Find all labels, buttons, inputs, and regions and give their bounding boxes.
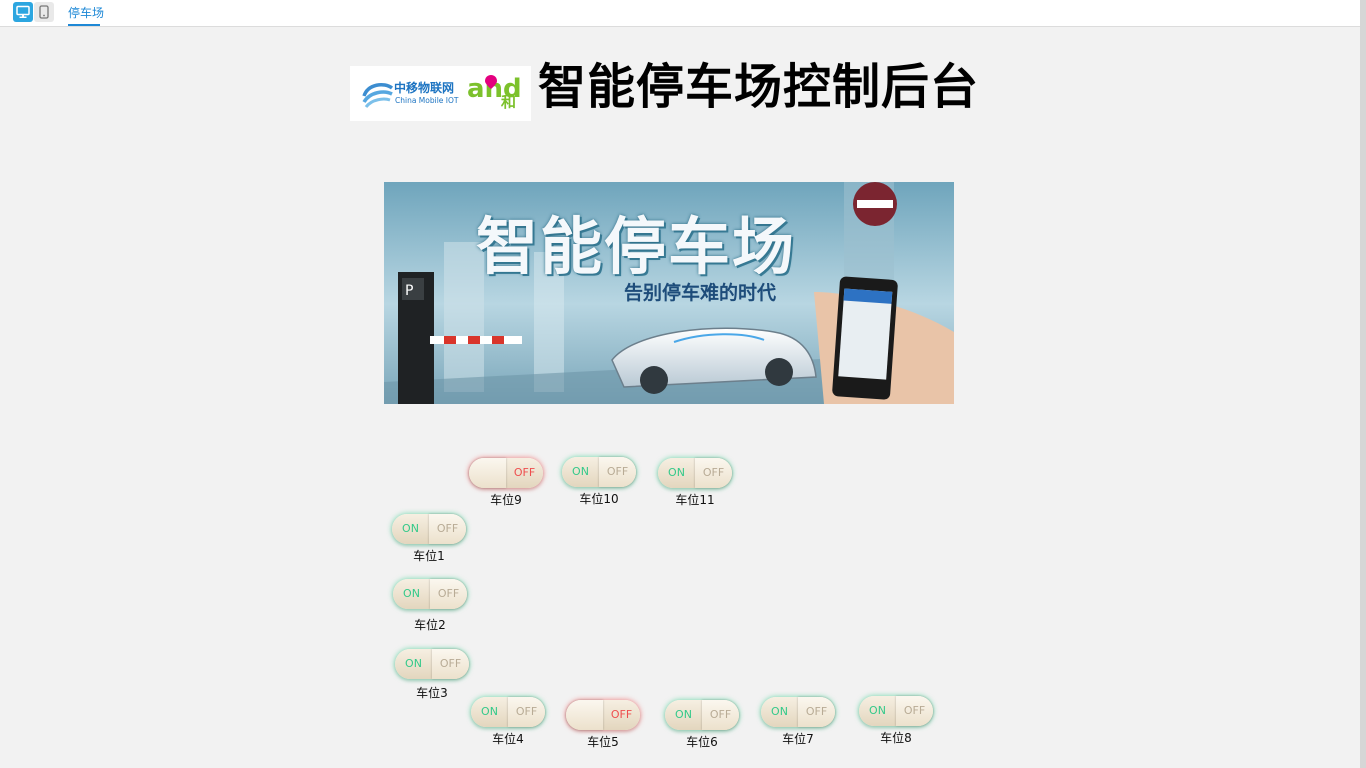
- parking-spot-6-label: 车位6: [686, 735, 718, 749]
- on-label: ON: [405, 657, 422, 670]
- parking-spot-11-control: ON OFF 车位11: [658, 458, 734, 507]
- parking-spot-2-switch[interactable]: ON OFF: [393, 579, 467, 609]
- on-label: ON: [668, 466, 685, 479]
- parking-spot-7-control: ON OFF 车位7: [761, 697, 837, 746]
- on-label: ON: [402, 522, 419, 535]
- parking-spot-8-label: 车位8: [880, 731, 912, 745]
- banner-subline: 告别停车难的时代: [624, 282, 777, 304]
- parking-spot-10-control: ON OFF 车位10: [562, 457, 638, 506]
- parking-spot-4-label: 车位4: [492, 732, 524, 746]
- mobile-icon: [39, 5, 49, 19]
- smart-parking-banner: P 智能停车场 告别停车难的时代: [384, 182, 954, 404]
- parking-spot-9-switch[interactable]: ON OFF: [469, 458, 543, 488]
- parking-spot-3-label: 车位3: [416, 686, 448, 700]
- parking-spot-9-control: ON OFF 车位9: [469, 458, 545, 507]
- top-bar: 停车场: [0, 0, 1360, 27]
- page-title: 智能停车场控制后台: [538, 59, 980, 115]
- off-label: OFF: [606, 465, 629, 478]
- parking-spot-2-label: 车位2: [414, 618, 446, 632]
- parking-spot-1-label: 车位1: [413, 549, 445, 563]
- on-label: ON: [771, 705, 788, 718]
- off-label: OFF: [436, 522, 459, 535]
- off-label: OFF: [709, 708, 732, 721]
- off-label: OFF: [903, 704, 926, 717]
- off-label: OFF: [515, 705, 538, 718]
- parking-spot-10-switch[interactable]: ON OFF: [562, 457, 636, 487]
- parking-spot-7-switch[interactable]: ON OFF: [761, 697, 835, 727]
- parking-spot-7-label: 车位7: [782, 732, 814, 746]
- off-label: OFF: [805, 705, 828, 718]
- china-mobile-iot-logo: 中移物联网 China Mobile IOT and 和: [350, 66, 531, 121]
- parking-spot-3-control: ON OFF 车位3: [395, 649, 471, 700]
- parking-spot-4-switch[interactable]: ON OFF: [471, 697, 545, 727]
- banner-headline: 智能停车场: [476, 210, 797, 283]
- parking-spot-5-control: ON OFF 车位5: [566, 700, 642, 749]
- parking-spot-11-label: 车位11: [675, 493, 715, 507]
- on-label: ON: [869, 704, 886, 717]
- switch-knob[interactable]: [566, 700, 603, 730]
- vertical-scrollbar[interactable]: [1360, 0, 1366, 768]
- parking-spot-8-control: ON OFF 车位8: [859, 696, 935, 745]
- desktop-icon: [16, 5, 30, 18]
- company-name-cn: 中移物联网: [394, 81, 455, 95]
- parking-spot-6-switch[interactable]: ON OFF: [665, 700, 739, 730]
- on-label: ON: [403, 587, 420, 600]
- company-name-en: China Mobile IOT: [395, 96, 459, 105]
- switch-knob[interactable]: [469, 458, 506, 488]
- on-label: ON: [481, 705, 498, 718]
- parking-spot-1-switch[interactable]: ON OFF: [392, 514, 466, 544]
- parking-spot-3-switch[interactable]: ON OFF: [395, 649, 469, 679]
- svg-text:P: P: [405, 283, 413, 299]
- parking-spot-1-control: ON OFF 车位1: [392, 514, 468, 563]
- parking-spot-5-switch[interactable]: ON OFF: [566, 700, 640, 730]
- parking-spot-5-label: 车位5: [587, 735, 619, 749]
- parking-spot-2-control: ON OFF 车位2: [393, 579, 469, 632]
- tab-parking[interactable]: 停车场: [68, 0, 104, 26]
- parking-spot-8-switch[interactable]: ON OFF: [859, 696, 933, 726]
- parking-spot-6-control: ON OFF 车位6: [665, 700, 741, 749]
- off-label: OFF: [702, 466, 725, 479]
- off-label: OFF: [513, 466, 536, 479]
- china-mobile-swirl-icon: [362, 82, 394, 109]
- on-label: ON: [572, 465, 589, 478]
- pin-dot-icon: [485, 75, 497, 89]
- off-label: OFF: [437, 587, 460, 600]
- desktop-view-button[interactable]: [13, 2, 33, 22]
- and-brand-he: 和: [501, 93, 517, 111]
- off-label: OFF: [610, 708, 633, 721]
- parking-spot-9-label: 车位9: [490, 493, 522, 507]
- mobile-view-button[interactable]: [34, 2, 54, 22]
- parking-spot-10-label: 车位10: [579, 492, 619, 506]
- off-label: OFF: [439, 657, 462, 670]
- active-tab-indicator: [68, 24, 100, 26]
- parking-spot-11-switch[interactable]: ON OFF: [658, 458, 732, 488]
- on-label: ON: [675, 708, 692, 721]
- parking-spot-4-control: ON OFF 车位4: [471, 697, 547, 746]
